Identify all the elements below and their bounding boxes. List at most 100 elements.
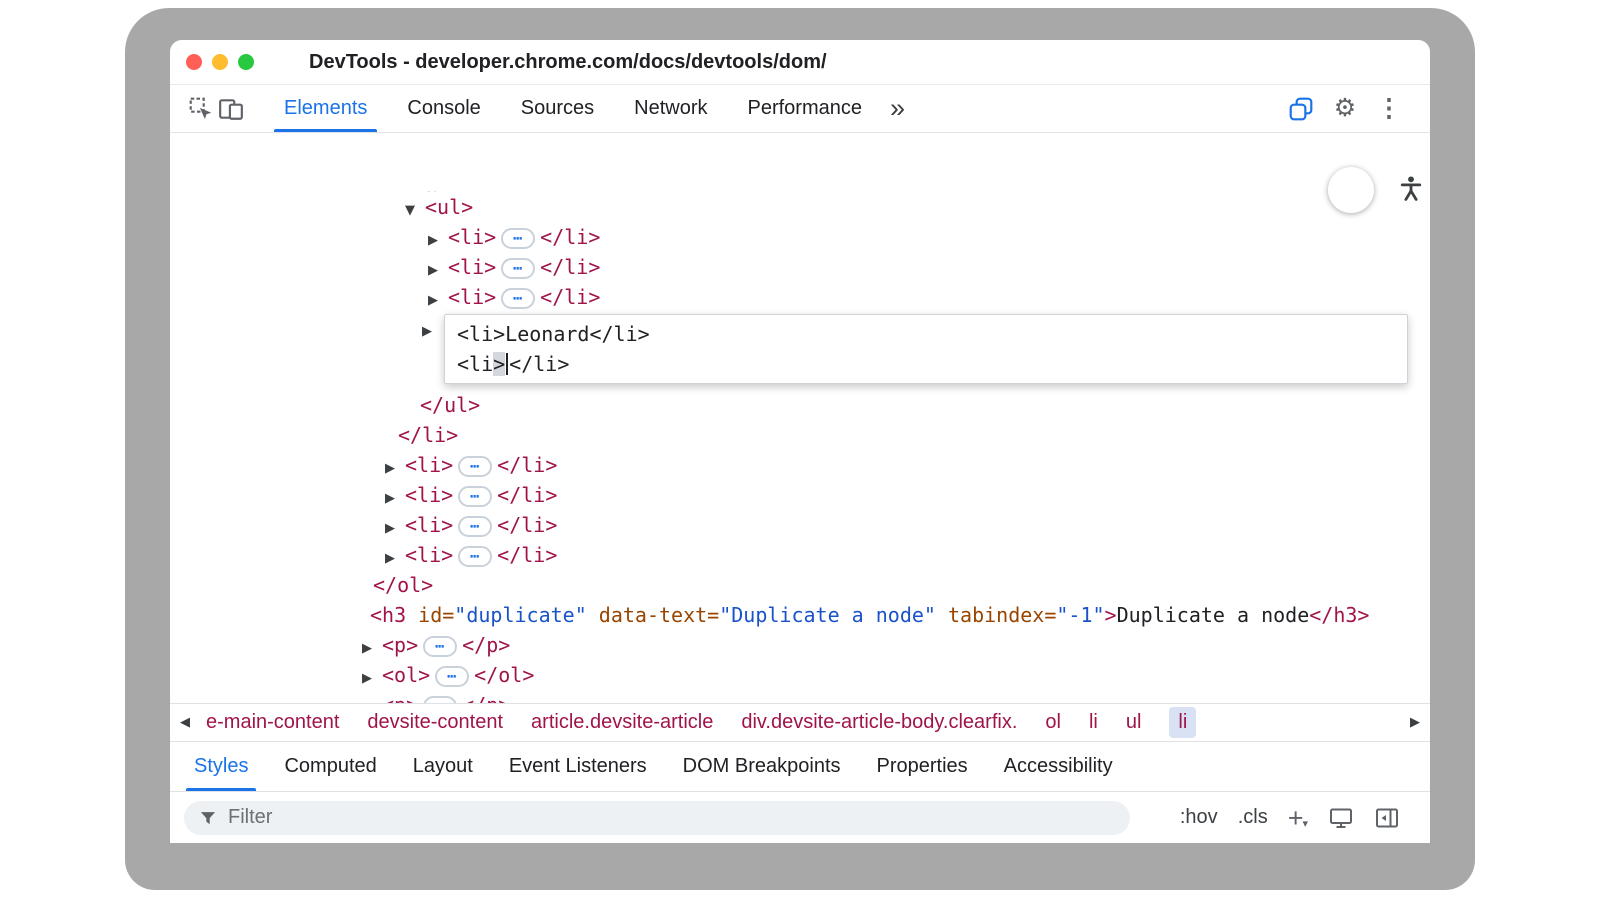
editor-text: <li — [457, 352, 493, 376]
inline-expand-button[interactable]: ⋯ — [458, 516, 492, 537]
dom-tree-row[interactable]: p> — [170, 181, 1430, 192]
close-window-button[interactable] — [186, 54, 202, 70]
code-token: </li> — [497, 483, 557, 507]
tab-elements[interactable]: Elements — [264, 85, 387, 132]
breadcrumb-item[interactable]: article.devsite-article — [531, 711, 713, 734]
new-style-rule-button[interactable]: +▾ — [1288, 807, 1308, 829]
breadcrumb-item[interactable]: li — [1089, 711, 1098, 734]
code-token: Duplicate a node — [1117, 603, 1310, 627]
code-token: </p> — [462, 633, 510, 657]
filter-input[interactable] — [228, 806, 1116, 829]
dom-tree-row[interactable]: ▶<li>⋯</li> — [170, 252, 1430, 282]
tab-performance[interactable]: Performance — [728, 85, 883, 132]
dom-tree-row[interactable]: ▶<ol>⋯</ol> — [170, 660, 1430, 690]
collapsed-arrow-icon[interactable]: ▶ — [362, 694, 382, 703]
zoom-window-button[interactable] — [238, 54, 254, 70]
inline-expand-button[interactable]: ⋯ — [458, 456, 492, 477]
text-cursor-icon — [506, 353, 508, 375]
tab-console[interactable]: Console — [387, 85, 500, 132]
code-token: </li> — [540, 255, 600, 279]
code-token: data-text= — [587, 603, 719, 627]
dom-tree-row[interactable]: ▶<li>⋯</li> — [170, 450, 1430, 480]
code-token: </h3> — [1309, 603, 1369, 627]
kebab-menu-icon[interactable]: ⋮ — [1374, 85, 1404, 133]
sidebar-toggle-icon[interactable] — [1374, 806, 1400, 830]
dom-tree-row[interactable]: </li> — [170, 420, 1430, 450]
panel-tab-computed[interactable]: Computed — [266, 742, 394, 791]
plus-icon: + — [1288, 807, 1304, 829]
dom-tree-row[interactable]: ▶<li>⋯</li> — [170, 222, 1430, 252]
dom-tree-row[interactable]: </ol> — [170, 570, 1430, 600]
settings-gear-icon[interactable]: ⚙ — [1330, 85, 1360, 133]
dom-tree-row[interactable]: </ul> — [170, 390, 1430, 420]
device-toolbar-icon[interactable] — [216, 85, 246, 133]
panel-tab-properties[interactable]: Properties — [859, 742, 986, 791]
breadcrumb-item[interactable]: ul — [1126, 711, 1142, 734]
more-tabs-button[interactable]: » — [890, 95, 905, 122]
dom-tree-row[interactable]: ▶<li>⋯</li> — [170, 510, 1430, 540]
inline-html-editor[interactable]: <li>Leonard</li><li></li> — [444, 314, 1408, 384]
panel-tab-styles[interactable]: Styles — [176, 742, 266, 791]
panel-tab-layout[interactable]: Layout — [395, 742, 491, 791]
inline-expand-button[interactable]: ⋯ — [501, 288, 535, 309]
breadcrumb-item[interactable]: div.devsite-article-body.clearfix. — [741, 711, 1017, 734]
code-token: </ul> — [420, 393, 480, 417]
filter-bar-buttons: :hov .cls +▾ — [1180, 806, 1400, 830]
tab-sources[interactable]: Sources — [501, 85, 614, 132]
inline-expand-button[interactable]: ⋯ — [458, 486, 492, 507]
inline-expand-button[interactable]: ⋯ — [423, 696, 457, 703]
minimize-window-button[interactable] — [212, 54, 228, 70]
editor-line: <li>Leonard</li> — [457, 319, 1395, 349]
breadcrumb-item[interactable]: e-main-content — [206, 711, 339, 734]
device-frame: DevTools - developer.chrome.com/docs/dev… — [125, 8, 1475, 890]
code-token: id= — [406, 603, 454, 627]
inline-expand-button[interactable]: ⋯ — [458, 546, 492, 567]
pseudo-state-button[interactable]: :hov — [1180, 806, 1218, 829]
inline-expand-button[interactable]: ⋯ — [501, 258, 535, 279]
crumb-scroll-right-icon[interactable]: ▶ — [1400, 715, 1430, 730]
code-token: </li> — [497, 543, 557, 567]
accessibility-fab[interactable] — [1328, 167, 1374, 213]
breadcrumb-item[interactable]: ol — [1045, 711, 1061, 734]
panel-tab-dom-breakpoints[interactable]: DOM Breakpoints — [665, 742, 859, 791]
elements-panel: p>▼<ul>▶<li>⋯</li>▶<li>⋯</li>▶<li>⋯</li>… — [170, 133, 1430, 703]
dom-tree-row[interactable]: ▶<li>Leonard</li><li></li> — [170, 312, 1430, 390]
editor-line: <li></li> — [457, 349, 1395, 379]
code-token: "-1" — [1056, 603, 1104, 627]
dom-tree-row[interactable]: ▶<li>⋯</li> — [170, 282, 1430, 312]
dom-tree-row[interactable]: ▼<ul> — [170, 192, 1430, 222]
code-token: </p> — [462, 693, 510, 703]
dom-tree-row[interactable]: ▶<li>⋯</li> — [170, 480, 1430, 510]
inline-expand-button[interactable]: ⋯ — [423, 636, 457, 657]
breadcrumb-item[interactable]: li — [1169, 707, 1196, 738]
toolbar-right-icons: ⚙ ⋮ — [1286, 85, 1430, 133]
panel-tab-event-listeners[interactable]: Event Listeners — [491, 742, 665, 791]
class-toggle-button[interactable]: .cls — [1238, 806, 1268, 829]
panel-tab-accessibility[interactable]: Accessibility — [986, 742, 1131, 791]
crumb-scroll-left-icon[interactable]: ◀ — [170, 715, 200, 730]
overlapping-squares-icon[interactable] — [1286, 85, 1316, 133]
devtools-tabs: ElementsConsoleSourcesNetworkPerformance — [264, 85, 882, 132]
code-token: <p> — [382, 693, 418, 703]
inline-expand-button[interactable]: ⋯ — [435, 666, 469, 687]
breadcrumb-item[interactable]: devsite-content — [367, 711, 503, 734]
code-token: <li> — [405, 453, 453, 477]
tab-network[interactable]: Network — [614, 85, 727, 132]
dom-tree-row[interactable]: ▶<li>⋯</li> — [170, 540, 1430, 570]
filter-funnel-icon — [198, 808, 218, 828]
dom-tree-row[interactable]: ▶<p>⋯</p> — [170, 630, 1430, 660]
inline-expand-button[interactable]: ⋯ — [501, 228, 535, 249]
editor-text: </li> — [509, 352, 569, 376]
dom-tree-row[interactable]: <h3 id="duplicate" data-text="Duplicate … — [170, 600, 1430, 630]
breadcrumb-items: e-main-content devsite-content article.dev… — [200, 707, 1400, 738]
expanded-arrow-icon[interactable]: ▼ — [405, 196, 425, 226]
collapsed-arrow-icon[interactable]: ▶ — [428, 286, 448, 316]
code-token: <li> — [405, 483, 453, 507]
inspect-element-icon[interactable] — [186, 85, 216, 133]
collapsed-arrow-icon[interactable]: ▶ — [422, 317, 442, 347]
breadcrumb: ◀ e-main-content devsite-content article.d… — [170, 703, 1430, 741]
traffic-lights — [170, 54, 254, 70]
dom-tree-row[interactable]: ▶<p> ⋯ </p> — [170, 690, 1430, 703]
rendering-emulation-icon[interactable] — [1328, 806, 1354, 830]
filter-input-wrap[interactable] — [184, 801, 1130, 835]
